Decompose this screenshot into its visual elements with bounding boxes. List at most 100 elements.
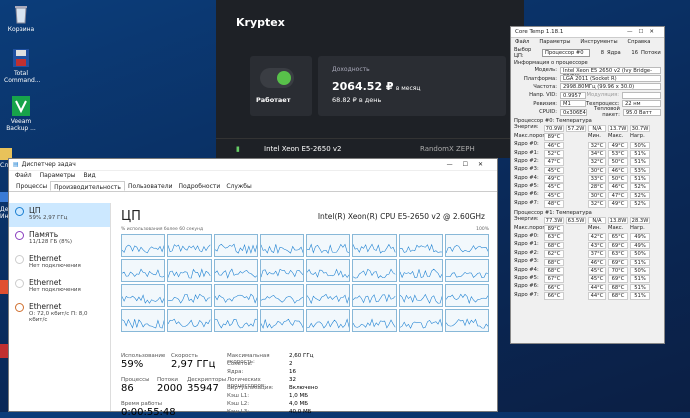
tab-users[interactable]: Пользователи (125, 181, 176, 191)
core-min: 32°C (588, 200, 606, 208)
spec-label: Виртуализация: (227, 385, 274, 391)
menu-tools[interactable]: Инструменты (580, 39, 617, 46)
processes-value: 86 (121, 383, 134, 394)
coretemp-titlebar[interactable]: Core Temp 1.18.1 —☐✕ (511, 27, 664, 38)
resource-memory[interactable]: Память 11/128 ГБ (8%) (9, 227, 110, 251)
menu-help[interactable]: Справка (628, 39, 651, 46)
core-load: 49% (630, 233, 650, 242)
memory-mini-graph-icon (15, 231, 24, 240)
menu-options[interactable]: Параметры (40, 172, 76, 180)
core-min: 42°C (588, 233, 606, 242)
resource-ethernet-1[interactable]: Ethernet Нет подключения (9, 251, 110, 275)
mining-status-card[interactable]: Работает (250, 56, 312, 116)
speed-value: 2,97 ГГц (171, 359, 216, 370)
taskmgr-titlebar[interactable]: ▤ Диспетчер задач —☐✕ (9, 159, 497, 171)
core-load: 51% (630, 283, 650, 292)
energy-value: N/A (588, 216, 606, 225)
core-temp: 47°C (544, 158, 564, 166)
core-label: Ядро #4: (514, 266, 539, 273)
income-card: Доходность 2064.52 ₽ в месяц 68.82 ₽ в д… (318, 56, 506, 116)
logical-cpu-graph (444, 309, 489, 332)
logical-cpu-graph (306, 234, 351, 257)
logical-cpu-graph (167, 259, 212, 282)
threads-stat: Потоки 2000 (157, 377, 182, 394)
temp-grid: Энергия: 77.3W 63.5W N/A 13.8W 28.3W Макс.поро… (511, 216, 664, 300)
resource-name: ЦП (29, 206, 41, 215)
core-temp: 66°C (544, 292, 564, 300)
logical-cpu-graph (213, 259, 258, 282)
device-row[interactable]: ▮ Intel Xeon E5-2650 v2 RandomX ZEPH (216, 138, 524, 158)
resource-cpu[interactable]: ЦП 59% 2,97 ГГц (9, 203, 110, 227)
resource-sub: 11/128 ГБ (8%) (29, 239, 72, 245)
core-temp: 45°C (544, 183, 564, 192)
core-label: Ядро #2: (514, 249, 539, 256)
max-head: Макс. (608, 132, 624, 139)
max-threshold-value: 89°C (544, 225, 564, 233)
logical-cpu-graph (306, 309, 351, 332)
total-commander-shortcut[interactable]: Total Command... (4, 48, 41, 84)
core-min: 32°C (588, 141, 606, 150)
platform-label: Платформа: (523, 75, 557, 82)
cpu-select[interactable]: Процессор #0 (542, 48, 590, 57)
tab-services[interactable]: Службы (223, 181, 254, 191)
spec-label: Максимальная скорость: (227, 353, 270, 365)
logical-cpu-graph (444, 284, 489, 307)
logical-cpu-graph (306, 259, 351, 282)
logical-cpu-graph (213, 284, 258, 307)
logical-cpu-graph (352, 284, 397, 307)
processes-stat: Процессы 86 (121, 377, 150, 394)
menu-view[interactable]: Вид (84, 172, 96, 180)
energy-value: 70.9W (544, 124, 564, 133)
resource-ethernet-3[interactable]: Ethernet О: 72,0 кбит/с П: 8,0 кбит/с (9, 299, 110, 323)
kryptex-window: Kryptex Работает Доходность 2064.52 ₽ в … (216, 0, 524, 158)
energy-label: Энергия: (514, 216, 539, 223)
resource-ethernet-2[interactable]: Ethernet Нет подключения (9, 275, 110, 299)
spec-value: 2 (289, 361, 293, 367)
menu-file[interactable]: Файл (15, 172, 32, 180)
logical-cpu-graphs (121, 234, 489, 332)
window-controls[interactable]: —☐✕ (447, 161, 493, 168)
logical-cpu-graph (121, 259, 166, 282)
core-max: 63°C (608, 250, 628, 258)
spec-value: Включено (289, 385, 318, 391)
energy-value: 13.8W (608, 216, 628, 225)
tab-performance[interactable]: Производительность (50, 181, 125, 191)
menu-settings[interactable]: Параметры (539, 39, 570, 46)
core-min: 33°C (588, 175, 606, 183)
spec-label: Логических процессоров: (227, 377, 266, 389)
core-label: Ядро #7: (514, 199, 539, 206)
threads-count: 16 (631, 49, 638, 56)
energy-value: 28.3W (630, 216, 650, 225)
tab-processes[interactable]: Процессы (13, 181, 50, 191)
core-max: 70°C (608, 266, 628, 275)
core-load: 51% (630, 158, 650, 166)
tab-details[interactable]: Подробности (176, 181, 224, 191)
graph-max: 100% (476, 227, 489, 232)
energy-value: 77.3W (544, 216, 564, 225)
task-manager-window: ▤ Диспетчер задач —☐✕ Файл Параметры Вид… (8, 158, 498, 418)
total-commander-label: Total Command... (4, 70, 41, 84)
energy-value: N/A (588, 124, 606, 133)
logical-cpu-graph (259, 234, 304, 257)
logical-cpu-graph (398, 259, 443, 282)
energy-value: 63.5W (566, 216, 586, 225)
ethernet-mini-graph-icon (15, 279, 24, 288)
recycle-bin-shortcut[interactable]: Корзина (4, 4, 38, 33)
core-load: 50% (630, 141, 650, 150)
core-min: 30°C (588, 166, 606, 175)
taskmgr-title: Диспетчер задач (21, 161, 76, 168)
menu-file[interactable]: Файл (515, 39, 529, 46)
core-max: 46°C (608, 183, 628, 192)
core-max: 50°C (608, 175, 628, 183)
freq-row: Частота: 2998.80МГц (99.96 x 30.0) (511, 83, 664, 91)
resource-list: ЦП 59% 2,97 ГГц Память 11/128 ГБ (8%) Ethe… (9, 203, 111, 411)
platform-row: Платформа: LGA 2011 (Socket R) (511, 74, 664, 83)
resource-name: Ethernet (29, 302, 62, 311)
logical-cpu-graph (121, 284, 166, 307)
veeam-backup-shortcut[interactable]: Veeam Backup ... (4, 96, 38, 132)
window-controls[interactable]: —☐✕ (627, 29, 660, 35)
core-max: 69°C (608, 241, 628, 250)
mining-toggle[interactable] (260, 68, 294, 88)
